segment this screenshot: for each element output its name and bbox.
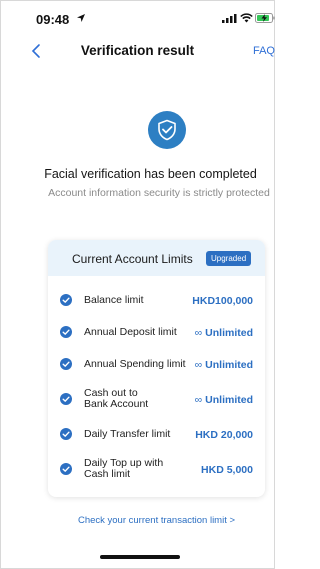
home-indicator[interactable] — [100, 555, 180, 559]
upgraded-badge: Upgraded — [206, 251, 252, 266]
infinity-icon: ∞ — [194, 359, 203, 371]
wifi-icon — [240, 13, 253, 23]
limit-value: ∞ Unlimited — [194, 394, 253, 406]
shield-badge — [148, 111, 186, 149]
status-bar: 09:48 — [0, 0, 275, 36]
verification-headline: Facial verification has been completed — [44, 167, 257, 181]
limit-value: HKD 5,000 — [201, 464, 253, 476]
limit-row: Daily Transfer limit HKD 20,000 — [48, 418, 265, 450]
infinity-icon: ∞ — [194, 394, 203, 406]
check-circle-icon — [60, 294, 72, 306]
limit-row: Balance limit HKD100,000 — [48, 284, 265, 316]
limit-label: Balance limit — [84, 294, 144, 306]
limit-row: Annual Deposit limit ∞ Unlimited — [48, 316, 265, 348]
account-limits-card: Current Account Limits Upgraded Balance … — [48, 240, 265, 497]
limit-label: Annual Spending limit — [84, 358, 186, 370]
check-circle-icon — [60, 463, 72, 475]
limit-value: HKD 20,000 — [195, 429, 253, 441]
check-transaction-limit-link[interactable]: Check your current transaction limit > — [48, 515, 265, 526]
signal-icon — [222, 14, 237, 23]
card-title: Current Account Limits — [72, 252, 193, 266]
check-circle-icon — [60, 393, 72, 405]
card-header: Current Account Limits Upgraded — [48, 240, 265, 276]
limit-row: Annual Spending limit ∞ Unlimited — [48, 348, 265, 380]
limit-label: Daily Transfer limit — [84, 428, 171, 440]
check-circle-icon — [60, 428, 72, 440]
page-title: Verification result — [80, 43, 195, 58]
limit-value: ∞ Unlimited — [194, 327, 253, 339]
location-arrow-icon — [77, 14, 85, 22]
check-circle-icon — [60, 326, 72, 338]
infinity-icon: ∞ — [194, 327, 203, 339]
check-circle-icon — [60, 358, 72, 370]
nav-bar: Verification result FAQ — [0, 36, 275, 66]
faq-link[interactable]: FAQ — [253, 45, 275, 57]
status-time: 09:48 — [36, 12, 70, 27]
limit-row: Cash out to Bank Account ∞ Unlimited — [48, 380, 265, 418]
limit-value: HKD100,000 — [192, 295, 253, 307]
verification-subline: Account information security is strictly… — [48, 187, 270, 199]
limit-row: Daily Top up with Cash limit HKD 5,000 — [48, 450, 265, 488]
limit-label: Daily Top up with Cash limit — [84, 457, 164, 480]
limit-label: Cash out to Bank Account — [84, 387, 149, 410]
limit-label: Annual Deposit limit — [84, 326, 177, 338]
limit-value: ∞ Unlimited — [194, 359, 253, 371]
shield-check-icon — [158, 119, 176, 141]
battery-charging-icon — [255, 13, 275, 23]
